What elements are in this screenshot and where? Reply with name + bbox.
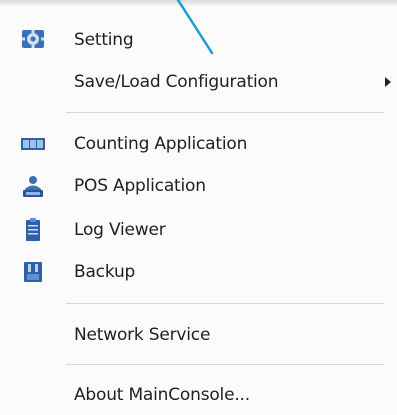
- menu-item-log-viewer[interactable]: Log Viewer: [0, 210, 397, 250]
- menu-item-save-load-label: Save/Load Configuration: [74, 72, 279, 92]
- menu-item-backup-label: Backup: [74, 262, 136, 282]
- menu-separator: [66, 112, 384, 113]
- menu-item-pos-application[interactable]: POS Application: [0, 166, 397, 206]
- menu-item-log-viewer-label: Log Viewer: [74, 220, 166, 240]
- backup-icon: [20, 259, 46, 285]
- menu-separator: [66, 364, 384, 365]
- menu-item-pos-label: POS Application: [74, 176, 206, 196]
- menu-separator: [66, 303, 384, 304]
- pos-app-icon: [20, 173, 46, 199]
- menu-item-setting[interactable]: Setting: [0, 20, 397, 60]
- context-menu: Setting Save/Load Configuration Counting…: [0, 0, 397, 414]
- menu-item-backup[interactable]: Backup: [0, 252, 397, 292]
- gear-icon: [20, 27, 46, 53]
- log-viewer-icon: [20, 217, 46, 243]
- menu-top-edge: [0, 0, 397, 6]
- menu-item-about[interactable]: About MainConsole...: [0, 375, 397, 415]
- menu-item-counting-label: Counting Application: [74, 134, 248, 154]
- counting-app-icon: [20, 131, 46, 157]
- menu-item-network-service-label: Network Service: [74, 325, 211, 345]
- menu-item-network-service[interactable]: Network Service: [0, 315, 397, 355]
- submenu-arrow-icon: [385, 77, 391, 87]
- menu-item-save-load-configuration[interactable]: Save/Load Configuration: [0, 62, 397, 102]
- menu-item-about-label: About MainConsole...: [74, 385, 250, 405]
- menu-item-counting-application[interactable]: Counting Application: [0, 124, 397, 164]
- menu-item-setting-label: Setting: [74, 30, 134, 50]
